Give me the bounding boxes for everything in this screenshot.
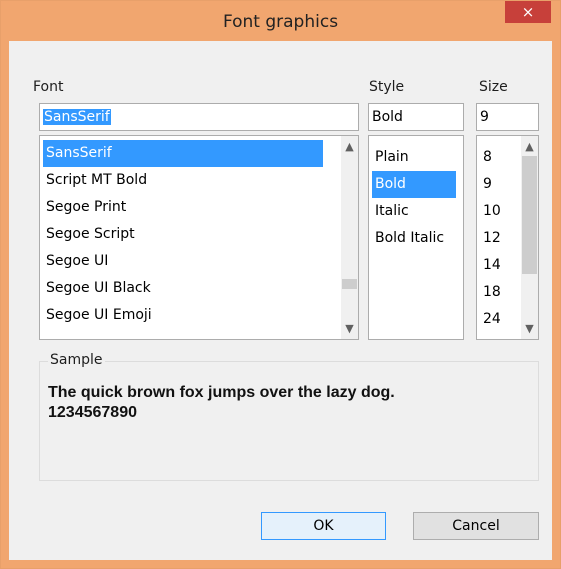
list-item[interactable]: 9: [480, 171, 516, 198]
scroll-thumb[interactable]: [522, 156, 537, 274]
close-button[interactable]: ×: [505, 1, 551, 23]
list-item[interactable]: Segoe UI Emoji: [43, 302, 323, 329]
list-item[interactable]: 14: [480, 252, 516, 279]
list-item[interactable]: SansSerif: [43, 140, 323, 167]
style-list[interactable]: Plain Bold Italic Bold Italic: [368, 135, 464, 340]
font-list[interactable]: SansSerif Script MT Bold Segoe Print Seg…: [39, 135, 359, 340]
list-item[interactable]: 18: [480, 279, 516, 306]
list-item[interactable]: 24: [480, 306, 516, 333]
dialog-body: Font Style Size SansSerif Bold 9 SansSer…: [9, 41, 552, 560]
list-item[interactable]: Segoe Script: [43, 221, 323, 248]
sample-group: Sample The quick brown fox jumps over th…: [39, 352, 539, 481]
list-item[interactable]: Segoe Print: [43, 194, 323, 221]
list-item[interactable]: 10: [480, 198, 516, 225]
font-name-input[interactable]: SansSerif: [39, 103, 359, 131]
font-list-scrollbar[interactable]: ▲ ▼: [341, 136, 358, 339]
size-list-scrollbar[interactable]: ▲ ▼: [521, 136, 538, 339]
scroll-down-icon[interactable]: ▼: [341, 320, 358, 337]
list-item[interactable]: Bold: [372, 171, 456, 198]
font-label: Font: [33, 79, 64, 95]
list-item[interactable]: Segoe UI: [43, 248, 323, 275]
size-list[interactable]: 8 9 10 12 14 18 24 ▲ ▼: [476, 135, 539, 340]
close-icon: ×: [521, 3, 535, 21]
scroll-thumb[interactable]: [342, 279, 357, 289]
style-label: Style: [369, 79, 405, 95]
list-item[interactable]: Italic: [372, 198, 456, 225]
scroll-up-icon[interactable]: ▲: [341, 138, 358, 155]
size-label: Size: [479, 79, 508, 95]
size-value: 9: [480, 109, 489, 125]
sample-text-line2: 1234567890: [48, 404, 137, 421]
sample-text-line1: The quick brown fox jumps over the lazy …: [48, 384, 395, 401]
scroll-up-icon[interactable]: ▲: [521, 138, 538, 155]
cancel-button[interactable]: Cancel: [413, 512, 539, 540]
list-item[interactable]: 8: [480, 144, 516, 171]
list-item[interactable]: 12: [480, 225, 516, 252]
style-value: Bold: [372, 109, 403, 125]
window-title: Font graphics: [222, 12, 339, 32]
list-item[interactable]: Segoe UI Black: [43, 275, 323, 302]
list-item[interactable]: Bold Italic: [372, 225, 456, 252]
list-item[interactable]: Script MT Bold: [43, 167, 323, 194]
font-name-value: SansSerif: [43, 109, 111, 125]
scroll-down-icon[interactable]: ▼: [521, 320, 538, 337]
style-input[interactable]: Bold: [368, 103, 464, 131]
title-bar[interactable]: Font graphics ×: [1, 1, 560, 41]
size-input[interactable]: 9: [476, 103, 539, 131]
dialog-window: Font graphics × Font Style Size SansSeri…: [0, 0, 561, 569]
list-item[interactable]: Plain: [372, 144, 456, 171]
ok-button[interactable]: OK: [261, 512, 386, 540]
sample-label: Sample: [48, 352, 105, 368]
